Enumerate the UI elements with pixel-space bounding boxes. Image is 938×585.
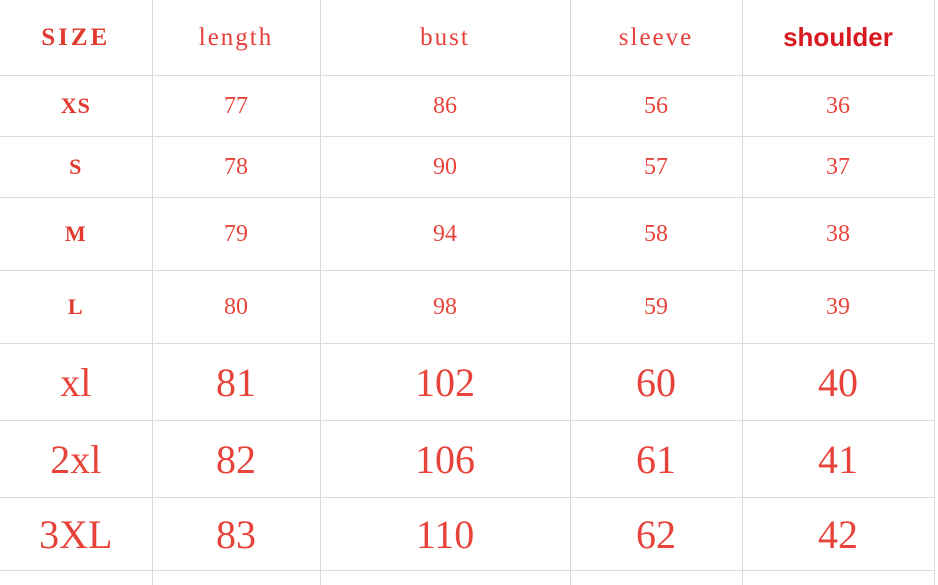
cell-sleeve: 57 <box>570 137 742 198</box>
cell-length: 79 <box>152 198 320 271</box>
column-header-size-label: SIZE <box>41 24 110 51</box>
shoulder-value: 41 <box>818 437 858 482</box>
column-header-shoulder: shoulder <box>742 0 934 76</box>
cell-bust: 102 <box>320 344 570 421</box>
cell-bust: 94 <box>320 198 570 271</box>
cell-shoulder: 40 <box>742 344 934 421</box>
cell-length: 78 <box>152 137 320 198</box>
column-header-length-label: length <box>199 24 274 51</box>
sleeve-value: 56 <box>644 93 668 119</box>
cell-sleeve: 56 <box>570 76 742 137</box>
shoulder-value: 37 <box>826 154 850 180</box>
cell-length: 82 <box>152 421 320 498</box>
cell-bust: 86 <box>320 76 570 137</box>
cell-sleeve: 62 <box>570 498 742 571</box>
length-value: 81 <box>216 360 256 405</box>
cell-length: 83 <box>152 498 320 571</box>
bust-value: 110 <box>416 512 475 557</box>
sleeve-value: 61 <box>636 437 676 482</box>
cell-shoulder: 36 <box>742 76 934 137</box>
cell-empty <box>320 571 570 585</box>
bust-value: 94 <box>433 221 457 247</box>
bust-value: 98 <box>433 294 457 320</box>
size-label: xl <box>60 360 91 405</box>
cell-bust: 110 <box>320 498 570 571</box>
shoulder-value: 36 <box>826 93 850 119</box>
length-value: 82 <box>216 437 256 482</box>
cell-bust: 98 <box>320 271 570 344</box>
sleeve-value: 58 <box>644 221 668 247</box>
shoulder-value: 42 <box>818 512 858 557</box>
table-row: S 78 90 57 37 <box>0 137 934 198</box>
bust-value: 102 <box>415 360 475 405</box>
sleeve-value: 62 <box>636 512 676 557</box>
column-header-sleeve: sleeve <box>570 0 742 76</box>
cell-empty <box>742 571 934 585</box>
cell-empty <box>152 571 320 585</box>
cell-size: M <box>0 198 152 271</box>
cell-bust: 106 <box>320 421 570 498</box>
size-label: L <box>68 294 84 319</box>
table-row: xl 81 102 60 40 <box>0 344 934 421</box>
length-value: 79 <box>224 221 248 247</box>
cell-shoulder: 37 <box>742 137 934 198</box>
cell-sleeve: 59 <box>570 271 742 344</box>
shoulder-value: 39 <box>826 294 850 320</box>
cell-size: 3XL <box>0 498 152 571</box>
bust-value: 86 <box>433 93 457 119</box>
cell-sleeve: 61 <box>570 421 742 498</box>
sleeve-value: 57 <box>644 154 668 180</box>
column-header-length: length <box>152 0 320 76</box>
bust-value: 106 <box>415 437 475 482</box>
column-header-bust: bust <box>320 0 570 76</box>
column-header-sleeve-label: sleeve <box>619 24 693 51</box>
length-value: 83 <box>216 512 256 557</box>
cell-shoulder: 41 <box>742 421 934 498</box>
size-chart-table: SIZE length bust sleeve shoulder XS <box>0 0 938 571</box>
length-value: 78 <box>224 154 248 180</box>
cell-length: 77 <box>152 76 320 137</box>
size-label: S <box>69 154 82 179</box>
cell-size: S <box>0 137 152 198</box>
size-label: XS <box>61 93 91 118</box>
shoulder-value: 38 <box>826 221 850 247</box>
bust-value: 90 <box>433 154 457 180</box>
size-label: M <box>65 221 87 246</box>
column-header-bust-label: bust <box>420 24 470 51</box>
cell-size: L <box>0 271 152 344</box>
cell-bust: 90 <box>320 137 570 198</box>
cell-size: 2xl <box>0 421 152 498</box>
sleeve-value: 59 <box>644 294 668 320</box>
table-row: XS 77 86 56 36 <box>0 76 934 137</box>
size-label: 3XL <box>39 512 112 557</box>
column-header-shoulder-label: shoulder <box>783 22 893 52</box>
shoulder-value: 40 <box>818 360 858 405</box>
sleeve-value: 60 <box>636 360 676 405</box>
cell-sleeve: 58 <box>570 198 742 271</box>
table-row: M 79 94 58 38 <box>0 198 934 271</box>
size-label: 2xl <box>50 437 101 482</box>
table-row-clipped <box>0 571 934 585</box>
table-row: 3XL 83 110 62 42 <box>0 498 934 571</box>
cell-size: xl <box>0 344 152 421</box>
cell-sleeve: 60 <box>570 344 742 421</box>
cell-shoulder: 39 <box>742 271 934 344</box>
cell-empty <box>0 571 152 585</box>
cell-length: 81 <box>152 344 320 421</box>
length-value: 77 <box>224 93 248 119</box>
column-header-size: SIZE <box>0 0 152 76</box>
table-header-row: SIZE length bust sleeve shoulder <box>0 0 934 76</box>
cell-size: XS <box>0 76 152 137</box>
measurements-table: SIZE length bust sleeve shoulder XS <box>0 0 935 585</box>
table-row: 2xl 82 106 61 41 <box>0 421 934 498</box>
table-row: L 80 98 59 39 <box>0 271 934 344</box>
cell-empty <box>570 571 742 585</box>
cell-shoulder: 42 <box>742 498 934 571</box>
length-value: 80 <box>224 294 248 320</box>
cell-shoulder: 38 <box>742 198 934 271</box>
cell-length: 80 <box>152 271 320 344</box>
